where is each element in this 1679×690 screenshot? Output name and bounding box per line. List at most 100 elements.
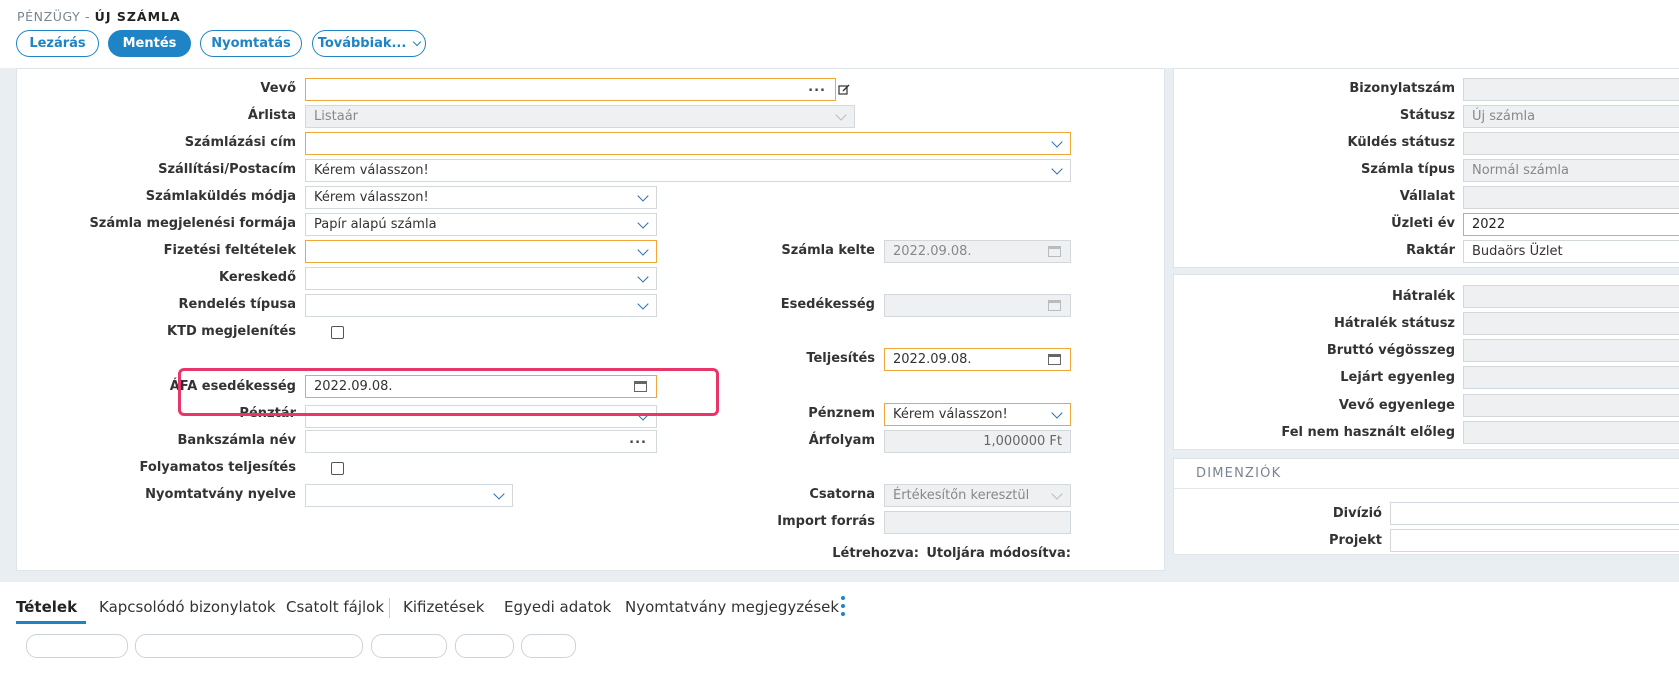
uzleti-ev-select[interactable]: 2022 [1463, 213, 1679, 236]
projekt-label: Projekt [1328, 533, 1382, 548]
teljesites-date-field[interactable]: 2022.09.08. [884, 348, 1071, 371]
close-button-label: Lezárás [29, 36, 86, 51]
print-button[interactable]: Nyomtatás [200, 30, 302, 57]
tab-kifizetesek[interactable]: Kifizetések [403, 598, 484, 616]
chevron-down-icon [835, 108, 847, 121]
action-pill[interactable] [26, 634, 128, 658]
tab-tetelek[interactable]: Tételek [16, 598, 77, 616]
letrehozva-label: Létrehozva: [832, 546, 919, 561]
statusz-field[interactable]: Új számla [1463, 105, 1679, 128]
arlista-select[interactable]: Listaár [305, 105, 855, 128]
raktar-select[interactable]: Budaörs Üzlet [1463, 240, 1679, 263]
kuldes-modja-value: Kérem válasszon! [314, 190, 429, 205]
hatralek-label: Hátralék [1392, 289, 1455, 304]
import-field[interactable] [884, 511, 1071, 534]
vevo-egyenleg-label: Vevő egyenlege [1338, 398, 1455, 413]
chevron-down-icon [637, 243, 649, 256]
szallitasi-select[interactable]: Kérem válasszon! [305, 159, 1071, 182]
szallitasi-value: Kérem válasszon! [314, 163, 429, 178]
kuldes-modja-label: Számlaküldés módja [145, 189, 296, 204]
close-button[interactable]: Lezárás [16, 30, 99, 57]
rendeles-select[interactable] [305, 294, 657, 317]
calendar-icon[interactable] [1048, 354, 1061, 365]
szamla-tipus-field[interactable]: Normál számla [1463, 159, 1679, 182]
chevron-down-icon [413, 37, 422, 46]
hatralek-statusz-field[interactable] [1463, 312, 1679, 335]
bizonylatszam-field[interactable] [1463, 78, 1679, 101]
more-dots-icon[interactable]: ... [808, 80, 826, 95]
fizetesi-select[interactable] [305, 240, 657, 263]
arfolyam-field[interactable]: 1,000000 Ft [884, 430, 1071, 453]
vevo-label: Vevő [260, 81, 296, 96]
tab-kapcsolodo[interactable]: Kapcsolódó bizonylatok [99, 598, 276, 616]
arlista-value: Listaár [314, 109, 359, 124]
calendar-icon[interactable] [1048, 300, 1061, 311]
action-pill[interactable] [135, 634, 363, 658]
nyelv-label: Nyomtatvány nyelve [145, 487, 296, 502]
hatralek-field[interactable] [1463, 285, 1679, 308]
szamla-tipus-value: Normál számla [1472, 163, 1569, 178]
edit-icon[interactable] [838, 83, 850, 95]
ktd-label: KTD megjelenítés [167, 324, 296, 339]
breadcrumb-module: PÉNZÜGY - [17, 9, 91, 24]
kuldes-modja-select[interactable]: Kérem válasszon! [305, 186, 657, 209]
divider [1174, 488, 1679, 489]
divizio-select[interactable] [1390, 502, 1679, 525]
esedekesseg-date-field[interactable] [884, 294, 1071, 317]
eloleg-label: Fel nem használt előleg [1281, 425, 1455, 440]
save-button[interactable]: Mentés [108, 30, 191, 57]
kereskedo-select[interactable] [305, 267, 657, 290]
penznem-select[interactable]: Kérem válasszon! [884, 403, 1071, 426]
vevo-egyenleg-field[interactable] [1463, 394, 1679, 417]
folyamatos-checkbox[interactable] [331, 462, 344, 475]
chevron-down-icon [1051, 135, 1063, 148]
tab-divider [389, 598, 390, 618]
ktd-checkbox[interactable] [331, 326, 344, 339]
tab-egyedi[interactable]: Egyedi adatok [504, 598, 611, 616]
tab-megjegyzesek[interactable]: Nyomtatvány megjegyzések [625, 598, 839, 616]
action-pill[interactable] [455, 634, 514, 658]
import-label: Import forrás [777, 514, 875, 529]
szamlazasi-cim-select[interactable] [305, 132, 1071, 155]
chevron-down-icon [637, 216, 649, 229]
projekt-select[interactable] [1390, 529, 1679, 552]
calendar-icon[interactable] [1048, 246, 1061, 257]
megjelenesi-select[interactable]: Papír alapú számla [305, 213, 657, 236]
kelte-date-field[interactable]: 2022.09.08. [884, 240, 1071, 263]
modositva-label: Utoljára módosítva: [926, 546, 1071, 561]
chevron-down-icon [493, 487, 505, 500]
arlista-label: Árlista [247, 108, 296, 123]
teljesites-label: Teljesítés [806, 351, 875, 366]
uzleti-ev-label: Üzleti év [1391, 216, 1455, 231]
csatorna-select[interactable]: Értékesítőn keresztül [884, 484, 1071, 507]
penznem-label: Pénznem [808, 406, 875, 421]
szallitasi-label: Szállítási/Postacím [158, 162, 296, 177]
more-vertical-icon[interactable] [836, 595, 850, 619]
raktar-value: Budaörs Üzlet [1472, 244, 1563, 259]
kuldes-statusz-label: Küldés státusz [1347, 135, 1455, 150]
bizonylatszam-label: Bizonylatszám [1349, 81, 1455, 96]
brutto-label: Bruttó végösszeg [1326, 343, 1455, 358]
lejart-field[interactable] [1463, 366, 1679, 389]
vevo-field[interactable]: ... [305, 78, 836, 101]
more-button[interactable]: Továbbiak... [312, 30, 426, 57]
esedekesseg-label: Esedékesség [780, 297, 875, 312]
brutto-field[interactable] [1463, 339, 1679, 362]
action-pill[interactable] [521, 634, 576, 658]
action-pill[interactable] [371, 634, 447, 658]
eloleg-field[interactable] [1463, 421, 1679, 444]
kereskedo-label: Kereskedő [219, 270, 296, 285]
csatorna-label: Csatorna [809, 487, 875, 502]
nyelv-select[interactable] [305, 484, 513, 507]
statusz-label: Státusz [1399, 108, 1455, 123]
uzleti-ev-value: 2022 [1472, 217, 1506, 232]
bankszamla-field[interactable]: ... [305, 430, 657, 453]
kuldes-statusz-field[interactable] [1463, 132, 1679, 155]
page-title: ÚJ SZÁMLA [94, 9, 181, 24]
more-button-label: Továbbiak... [317, 36, 407, 51]
tab-csatolt[interactable]: Csatolt fájlok [286, 598, 384, 616]
highlight-box [178, 368, 719, 416]
megjelenesi-value: Papír alapú számla [314, 217, 437, 232]
more-dots-icon[interactable]: ... [629, 432, 647, 447]
vallalat-field[interactable] [1463, 186, 1679, 209]
